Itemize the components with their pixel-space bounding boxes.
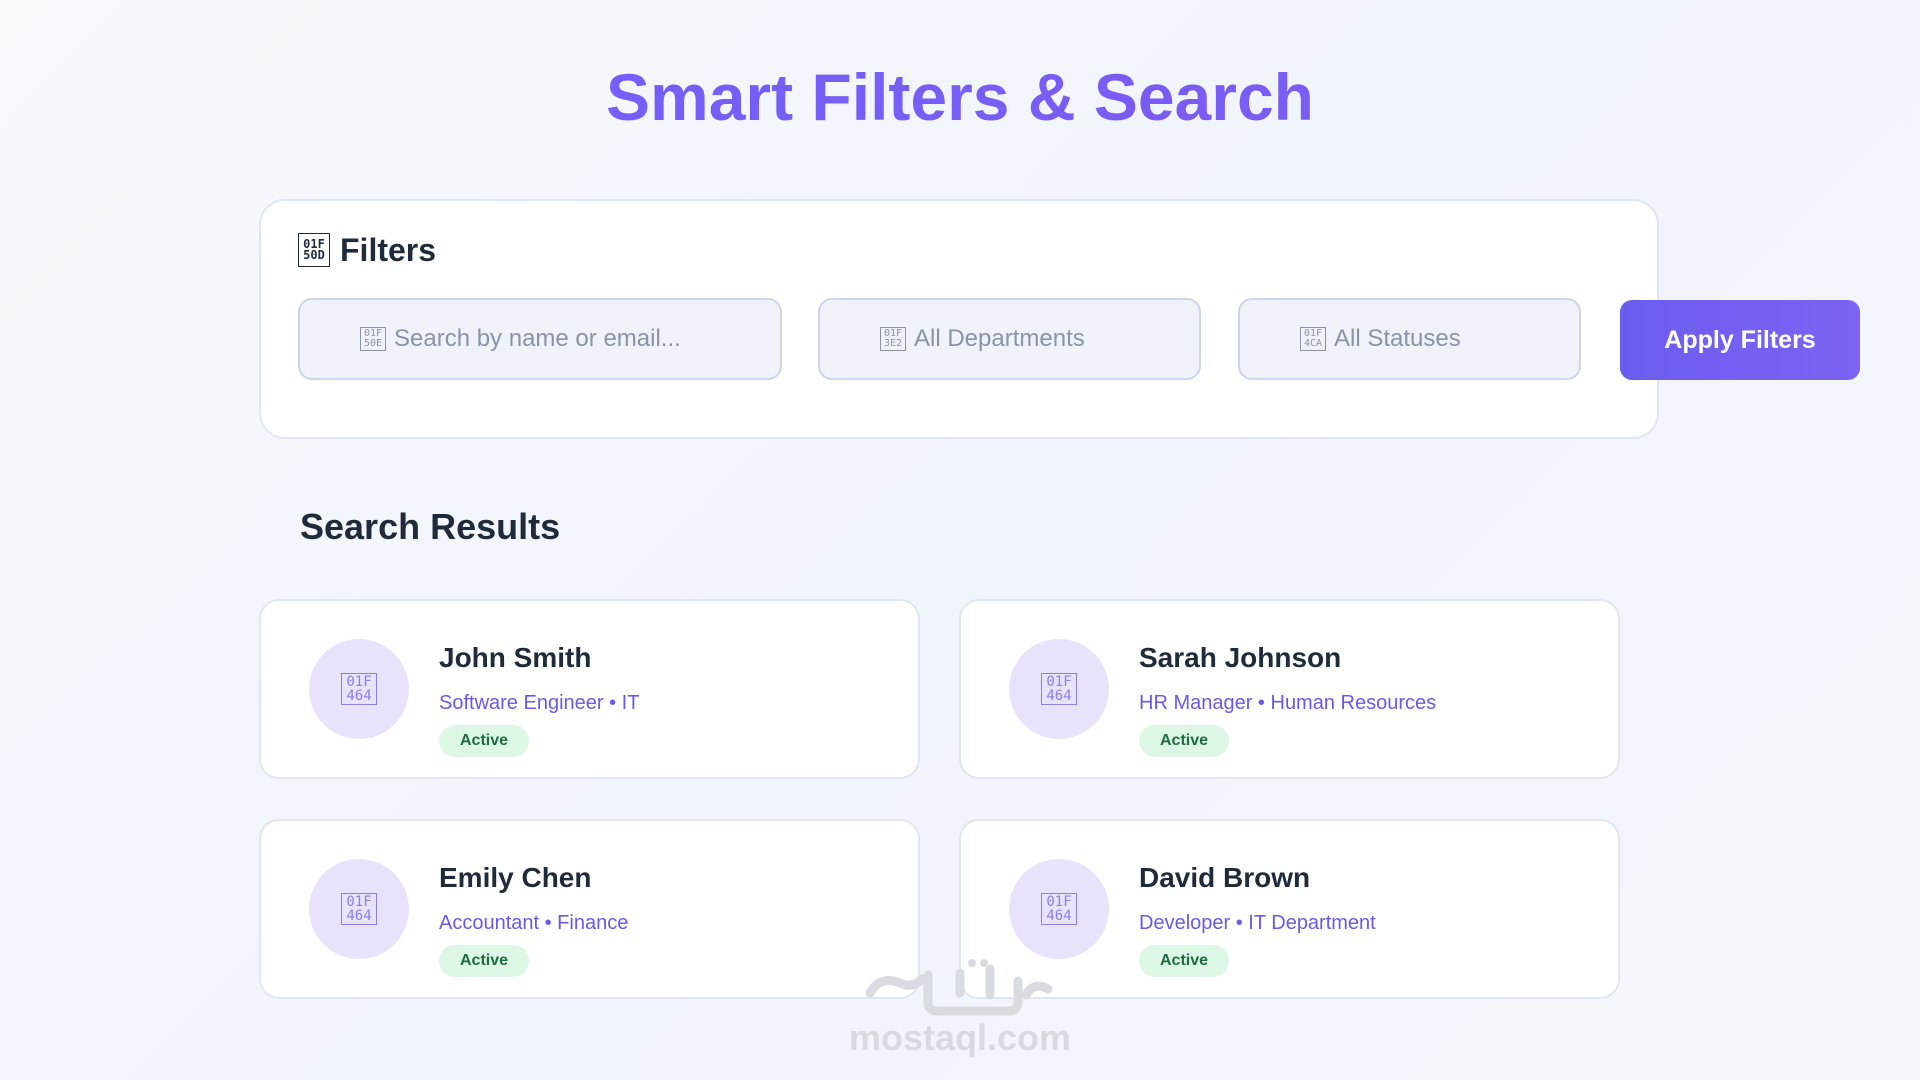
person-icon: 01F 464 (341, 893, 377, 925)
filters-heading: 01F 50D Filters (298, 228, 436, 272)
status-badge: Active (1139, 725, 1230, 757)
result-name: David Brown (1139, 862, 1311, 893)
magnifier-icon: 01F 50D (298, 233, 330, 267)
avatar: 01F 464 (1009, 639, 1109, 739)
result-card[interactable]: 01F 464 Emily Chen Accountant • Finance … (259, 819, 920, 999)
avatar: 01F 464 (309, 639, 409, 739)
result-card[interactable]: 01F 464 Sarah Johnson HR Manager • Human… (959, 599, 1620, 779)
status-badge: Active (439, 945, 530, 977)
chart-icon: 01F 4CA (1300, 327, 1326, 351)
department-select[interactable]: 01F 3E2 All Departments (818, 298, 1201, 380)
status-badge: Active (1139, 945, 1230, 977)
results-title: Search Results (300, 506, 561, 547)
result-card[interactable]: 01F 464 John Smith Software Engineer • I… (259, 599, 920, 779)
watermark-logo (865, 959, 1053, 1016)
status-badge: Active (439, 725, 530, 757)
search-placeholder: Search by name or email... (394, 325, 681, 352)
apply-filters-button[interactable]: Apply Filters (1620, 300, 1860, 380)
result-meta: HR Manager • Human Resources (1139, 692, 1437, 714)
status-select-value: All Statuses (1334, 325, 1461, 352)
avatar: 01F 464 (309, 859, 409, 959)
avatar: 01F 464 (1009, 859, 1109, 959)
search-input[interactable]: 01F 50E Search by name or email... (298, 298, 782, 380)
search-icon: 01F 50E (360, 327, 386, 351)
building-icon: 01F 3E2 (880, 327, 906, 351)
result-name: Sarah Johnson (1139, 642, 1342, 673)
status-select[interactable]: 01F 4CA All Statuses (1238, 298, 1581, 380)
result-meta: Accountant • Finance (439, 912, 629, 934)
filters-heading-label: Filters (340, 231, 437, 268)
person-icon: 01F 464 (1041, 673, 1077, 705)
person-icon: 01F 464 (1041, 893, 1077, 925)
department-select-value: All Departments (914, 325, 1085, 352)
result-name: Emily Chen (439, 862, 592, 893)
person-icon: 01F 464 (341, 673, 377, 705)
watermark-text: mostaql.com (848, 1017, 1072, 1058)
result-meta: Developer • IT Department (1139, 912, 1376, 934)
result-meta: Software Engineer • IT (439, 692, 640, 714)
page-title: Smart Filters & Search (0, 56, 1920, 138)
result-name: John Smith (439, 642, 592, 673)
